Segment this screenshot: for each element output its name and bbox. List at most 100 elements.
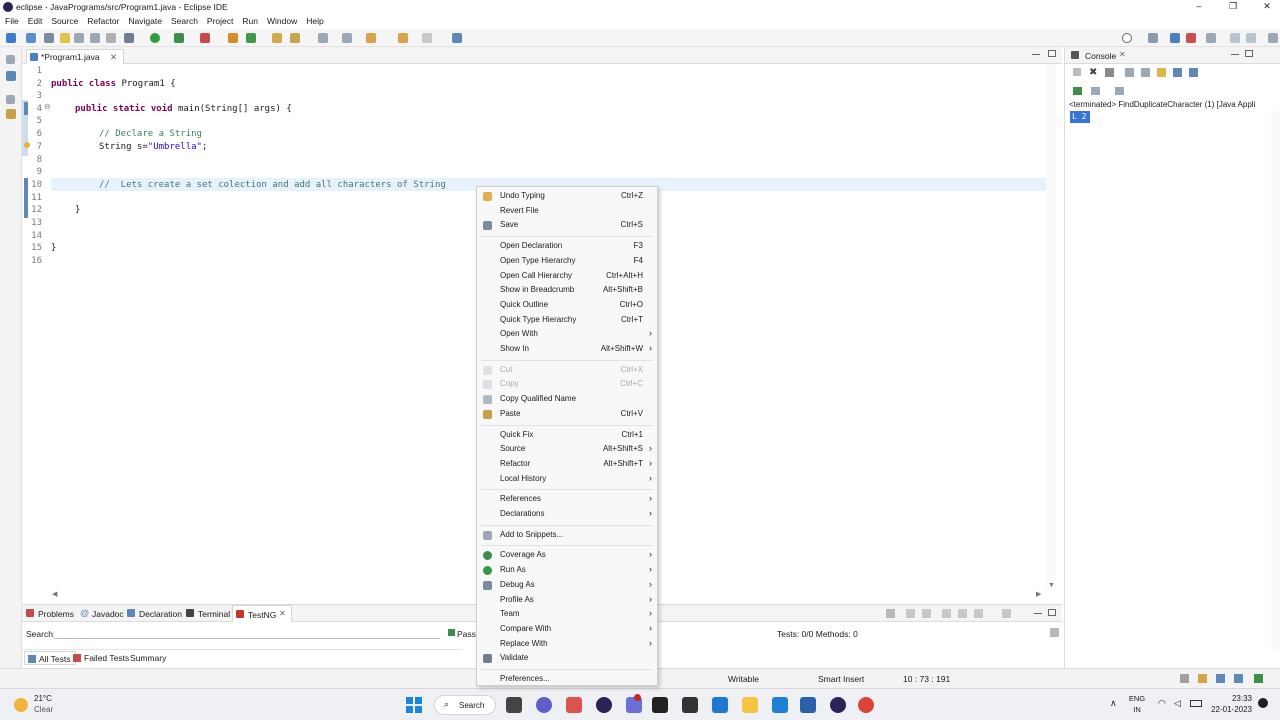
rerun-failed-icon[interactable] — [922, 609, 931, 618]
perspective-icon[interactable] — [1148, 33, 1158, 43]
menu-item-show-in[interactable]: Show In Alt+Shift+W › — [477, 342, 657, 356]
minimize-editor-icon[interactable] — [1032, 54, 1040, 55]
terminate-icon[interactable] — [1073, 68, 1081, 76]
tab-javadoc[interactable]: Javadoc — [92, 609, 124, 619]
scroll-left-icon[interactable]: ◀ — [52, 590, 57, 598]
maximize-view-icon[interactable] — [1246, 33, 1256, 43]
coverage-icon[interactable] — [174, 33, 184, 43]
tab-problems[interactable]: Problems — [38, 609, 74, 619]
scroll-right-icon[interactable]: ▶ — [1036, 590, 1041, 598]
terminal-taskbar-icon[interactable] — [652, 697, 668, 713]
debug-perspective-icon[interactable] — [1186, 33, 1196, 43]
menu-item-quick-fix[interactable]: Quick Fix Ctrl+1 — [477, 428, 657, 442]
taskbar-search[interactable]: ⌕ Search — [434, 695, 496, 715]
open-console-icon[interactable] — [1073, 87, 1082, 95]
task-view-icon[interactable] — [506, 697, 522, 713]
tab-declaration[interactable]: Declaration — [139, 609, 182, 619]
remove-all-icon[interactable] — [1105, 68, 1114, 77]
menu-edit[interactable]: Edit — [23, 14, 47, 26]
open-perspective-icon[interactable] — [1206, 33, 1216, 43]
menu-item-paste[interactable]: Paste Ctrl+V — [477, 407, 657, 421]
volume-icon[interactable]: ◁ — [1174, 698, 1181, 709]
export-icon[interactable] — [942, 609, 951, 618]
maximize-bottom-icon[interactable] — [1048, 609, 1056, 616]
menu-item-validate[interactable]: Validate — [477, 651, 657, 665]
menu-item-debug-as[interactable]: Debug As › — [477, 578, 657, 592]
restore-icon[interactable] — [1268, 33, 1278, 43]
clock-time[interactable]: 23:33 — [1206, 694, 1252, 703]
status-icon-1[interactable] — [1180, 674, 1189, 683]
minimize-button[interactable]: – — [1192, 1, 1206, 13]
new-class-icon[interactable] — [246, 33, 256, 43]
view-menu-icon[interactable] — [1002, 609, 1011, 618]
maximize-editor-icon[interactable] — [1048, 50, 1056, 57]
notification-center-icon[interactable] — [1258, 698, 1268, 708]
java-perspective-icon[interactable] — [1170, 33, 1180, 43]
lang-bottom[interactable]: IN — [1128, 705, 1146, 714]
testng-toolbar-icon[interactable] — [886, 609, 895, 618]
menu-run[interactable]: Run — [237, 14, 262, 26]
notepad-icon[interactable] — [772, 697, 788, 713]
status-icon-2[interactable] — [1198, 674, 1207, 683]
minimize-console-icon[interactable] — [1231, 54, 1239, 55]
code-line-6[interactable]: // Declare a String — [99, 129, 202, 139]
status-insert-mode[interactable]: Smart Insert — [818, 674, 864, 684]
menu-item-undo-typing[interactable]: Undo Typing Ctrl+Z — [477, 189, 657, 203]
menu-item-open-with[interactable]: Open With › — [477, 327, 657, 341]
code-line-7[interactable]: String s="Umbrella"; — [99, 142, 207, 152]
tab-summary[interactable]: Summary — [126, 651, 170, 665]
menu-item-add-to-snippets[interactable]: Add to Snippets... — [477, 528, 657, 542]
vertical-scrollbar[interactable] — [1046, 64, 1056, 590]
menu-item-preferences[interactable]: Preferences... — [477, 672, 657, 686]
menu-item-refactor[interactable]: Refactor Alt+Shift+T › — [477, 457, 657, 471]
status-icon-3[interactable] — [1216, 674, 1225, 683]
menu-navigate[interactable]: Navigate — [123, 14, 166, 26]
close-testng-icon[interactable]: ✕ — [279, 609, 286, 618]
open-type-icon[interactable] — [272, 33, 282, 43]
menu-item-local-history[interactable]: Local History › — [477, 472, 657, 486]
last-edit-icon[interactable] — [366, 33, 376, 43]
package-explorer-icon[interactable] — [6, 71, 16, 81]
console-scrollbar[interactable] — [1271, 111, 1279, 651]
select-icon[interactable] — [26, 33, 36, 43]
outline-icon[interactable] — [6, 109, 16, 119]
rerun-icon[interactable] — [906, 609, 915, 618]
menu-item-revert-file[interactable]: Revert File — [477, 204, 657, 218]
maximize-console-icon[interactable] — [1245, 50, 1253, 57]
windows-start-icon[interactable] — [406, 697, 422, 713]
menu-help[interactable]: Help — [301, 14, 327, 26]
menu-item-compare-with[interactable]: Compare With › — [477, 622, 657, 636]
menu-item-source[interactable]: Source Alt+Shift+S › — [477, 442, 657, 456]
cmd-icon[interactable] — [682, 697, 698, 713]
weather-icon[interactable] — [14, 698, 28, 712]
menu-item-profile-as[interactable]: Profile As › — [477, 593, 657, 607]
app-icon-1[interactable] — [566, 697, 582, 713]
code-line-15[interactable]: } — [51, 243, 56, 253]
restore-left-icon[interactable] — [6, 55, 15, 64]
menu-item-references[interactable]: References › — [477, 492, 657, 506]
menu-project[interactable]: Project — [202, 14, 237, 26]
code-line-12[interactable]: } — [75, 205, 80, 215]
menu-item-open-type-hierarchy[interactable]: Open Type Hierarchy F4 — [477, 254, 657, 268]
editor-tab[interactable]: *Program1.java ✕ — [26, 49, 125, 64]
battery-icon[interactable] — [1190, 700, 1202, 707]
menu-item-run-as[interactable]: Run As › — [477, 563, 657, 577]
filter-icon[interactable] — [974, 609, 983, 618]
search-icon[interactable] — [1122, 33, 1132, 43]
forward-icon[interactable] — [422, 33, 432, 43]
tab-all-tests[interactable]: All Tests — [24, 651, 76, 665]
menu-item-team[interactable]: Team › — [477, 607, 657, 621]
menu-source[interactable]: Source — [46, 14, 82, 26]
eclipse-taskbar-icon[interactable] — [596, 697, 612, 713]
highlight-icon[interactable] — [60, 33, 70, 43]
code-line-2[interactable]: public class Program1 { — [51, 79, 176, 89]
new-console-icon[interactable] — [1115, 87, 1124, 95]
wifi-icon[interactable]: ◠ — [1158, 698, 1166, 709]
scroll-lock-icon[interactable] — [1141, 68, 1150, 77]
chrome-icon[interactable] — [858, 697, 874, 713]
status-icon-5[interactable] — [1254, 674, 1263, 683]
menu-refactor[interactable]: Refactor — [82, 14, 123, 26]
menu-item-open-declaration[interactable]: Open Declaration F3 — [477, 239, 657, 253]
prev-annotation-icon[interactable] — [342, 33, 352, 43]
browser-icon-1[interactable] — [800, 697, 816, 713]
